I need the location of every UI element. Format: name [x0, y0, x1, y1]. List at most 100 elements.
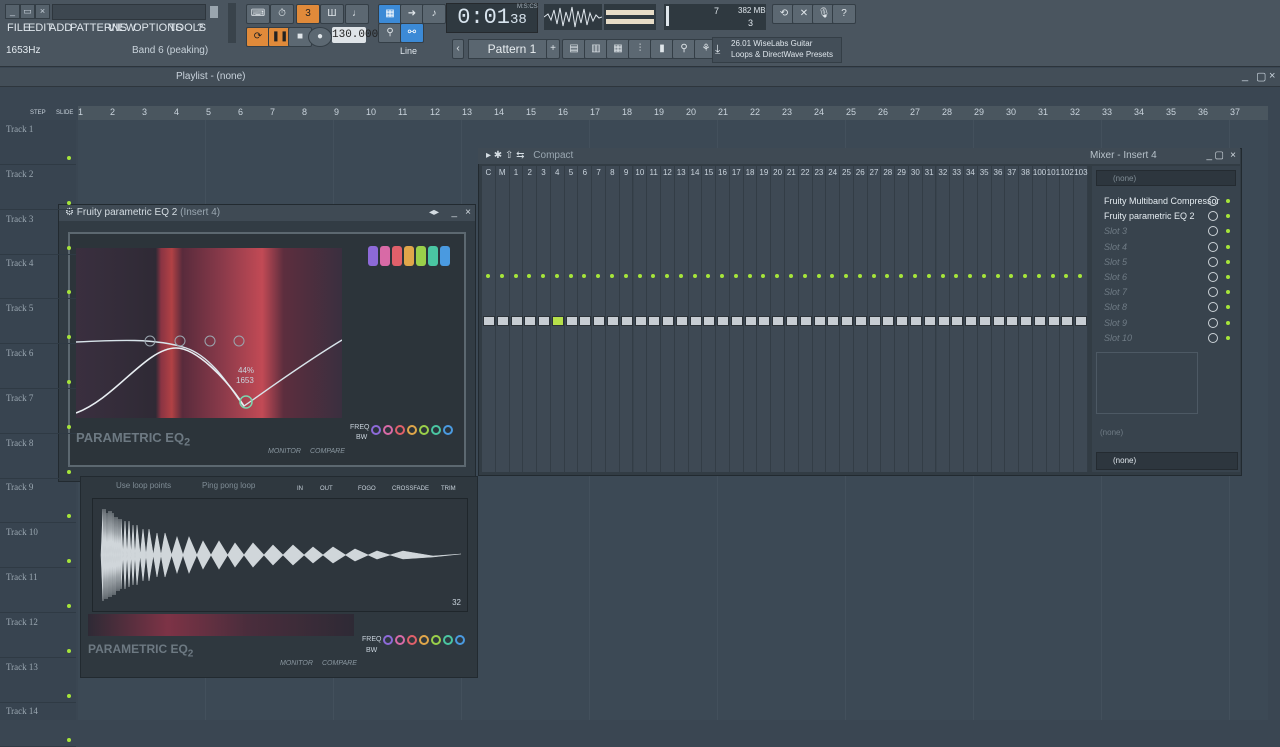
mixer-strip[interactable]: 30: [908, 166, 923, 472]
news-panel[interactable]: ⤓ 26.01 WiseLabs Guitar Loops & DirectWa…: [712, 37, 842, 63]
mixer-strip-enable-led[interactable]: [789, 274, 793, 278]
mixer-strip-enable-led[interactable]: [1078, 274, 1083, 278]
track-mute-led[interactable]: [67, 156, 71, 160]
track-header[interactable]: Track 8: [6, 438, 33, 448]
mixer-strip[interactable]: 27: [867, 166, 882, 472]
track-mute-led[interactable]: [67, 693, 71, 698]
slot-enable-led[interactable]: [1226, 305, 1230, 310]
mixer-strip-enable-led[interactable]: [706, 274, 711, 278]
mixer-strips[interactable]: C M 1 2 3 4 5 6 7 8 9 10 11 12 13 14 15 16 17 18 19 20 21 22 23 2…: [482, 166, 1088, 472]
mixer-strip-fader[interactable]: [758, 316, 771, 326]
mixer-slot[interactable]: Slot 6: [1096, 270, 1236, 284]
mixer-strip-fader[interactable]: [606, 316, 619, 326]
mixer-titlebar[interactable]: ▸ ✱ ⇧ ⇆ Compact Mixer - Insert 4 _ ▢ ×: [478, 148, 1240, 164]
track-header[interactable]: Track 9: [6, 482, 33, 492]
mixer-strip-fader[interactable]: [1061, 316, 1074, 326]
mixer-strip[interactable]: 31: [922, 166, 937, 472]
tempo-display[interactable]: 130.000: [332, 27, 378, 43]
mixer-strip-enable-led[interactable]: [637, 274, 642, 278]
mixer-strip-enable-led[interactable]: [582, 274, 587, 278]
track-header[interactable]: Track 4: [6, 258, 33, 268]
mixer-strip-fader[interactable]: [1047, 316, 1060, 326]
mixer-strip[interactable]: 101: [1046, 166, 1061, 472]
mixer-strip-enable-led[interactable]: [857, 274, 862, 278]
mixer-strip[interactable]: 16: [716, 166, 730, 472]
mixer-strip-fader[interactable]: [1006, 316, 1019, 326]
mixer-strip-fader[interactable]: [634, 316, 647, 326]
compare-label[interactable]: COMPARE: [310, 448, 345, 455]
mixer-strip[interactable]: 35: [977, 166, 992, 472]
mixer-strip[interactable]: 14: [688, 166, 703, 472]
track-header[interactable]: Track 10: [6, 527, 38, 537]
mixer-strip-fader[interactable]: [483, 316, 495, 326]
mixer-strip-fader[interactable]: [813, 316, 826, 326]
step-seq-icon[interactable]: ♪: [422, 4, 446, 24]
mixer-strip[interactable]: 7: [592, 166, 606, 472]
mixer-strip[interactable]: 9: [619, 166, 634, 472]
mixer-strip[interactable]: 28: [881, 166, 896, 472]
mixer-strip[interactable]: M: [495, 166, 510, 472]
mixer-strip[interactable]: 24: [826, 166, 841, 472]
mixer-strip-fader[interactable]: [593, 316, 606, 326]
pattern-add-icon[interactable]: +: [546, 39, 560, 59]
mixer-strip-enable-led[interactable]: [1036, 274, 1041, 278]
mixer-strip-enable-led[interactable]: [816, 274, 821, 278]
mixer-strip[interactable]: 21: [785, 166, 799, 472]
metronome-icon[interactable]: ♩: [345, 4, 369, 24]
mixer-strip[interactable]: 17: [729, 166, 744, 472]
mix-level-knob[interactable]: [1208, 332, 1218, 343]
mixer-strip-enable-led[interactable]: [1023, 274, 1028, 278]
mix-level-knob[interactable]: [1208, 272, 1218, 282]
slot-enable-led[interactable]: [1226, 320, 1230, 325]
mixer-strip-fader[interactable]: [675, 316, 688, 326]
mixer-strip-fader[interactable]: [620, 316, 633, 326]
track-mute-led[interactable]: [67, 604, 71, 608]
mixer-strip-fader[interactable]: [689, 316, 702, 326]
mixer-strip-fader[interactable]: [538, 316, 551, 326]
mixer-icon[interactable]: ⫶: [628, 39, 652, 59]
mixer-strip[interactable]: 38: [1019, 166, 1033, 472]
mixer-slot[interactable]: Slot 5: [1096, 255, 1236, 269]
mixer-strip-enable-led[interactable]: [968, 274, 973, 278]
send-none[interactable]: (none): [1100, 428, 1123, 437]
slot-enable-led[interactable]: [1226, 290, 1230, 295]
mixer-slot[interactable]: Slot 10: [1096, 331, 1236, 345]
mixer-maximize-icon[interactable]: ▢: [1215, 148, 1224, 164]
second-eq-knob-row[interactable]: [382, 632, 466, 652]
mixer-strip-fader[interactable]: [978, 316, 991, 326]
snap-icon[interactable]: ⚲: [378, 23, 402, 43]
mix-level-knob[interactable]: [1208, 317, 1218, 328]
mixer-slot[interactable]: Slot 9: [1096, 316, 1236, 330]
menu-add[interactable]: ADD: [49, 22, 72, 34]
mixer-strip-enable-led[interactable]: [513, 274, 518, 278]
mixer-strip-fader[interactable]: [937, 316, 950, 326]
mixer-strip-fader[interactable]: [992, 316, 1005, 326]
zoom-count[interactable]: 32: [452, 598, 461, 607]
mix-level-knob[interactable]: [1208, 226, 1218, 237]
menu-view[interactable]: VIEW: [108, 22, 136, 34]
mixer-strip-fader[interactable]: [1075, 316, 1088, 326]
browser-icon[interactable]: ▮: [650, 39, 674, 59]
mixer-strip-enable-led[interactable]: [912, 274, 917, 278]
mix-level-knob[interactable]: [1208, 302, 1218, 313]
pattern-song-toggle[interactable]: ⟳: [246, 27, 270, 47]
mixer-strip-fader[interactable]: [730, 316, 743, 326]
mix-level-knob[interactable]: [1208, 241, 1218, 252]
track-header[interactable]: Track 1: [6, 124, 33, 134]
eq-graph[interactable]: 44% 1653: [76, 248, 342, 418]
track-mute-led[interactable]: [67, 469, 71, 474]
mixer-strip-fader[interactable]: [951, 316, 964, 326]
mixer-close-icon[interactable]: ×: [1230, 148, 1236, 164]
second-eq-graph[interactable]: [88, 614, 354, 636]
mixer-strip[interactable]: 4: [550, 166, 565, 472]
input-select[interactable]: (none): [1096, 170, 1236, 186]
channel-rack-icon[interactable]: ▦: [606, 39, 630, 59]
second-monitor-label[interactable]: MONITOR: [280, 660, 313, 667]
mixer-strip[interactable]: 34: [964, 166, 978, 472]
mixer-strip-fader[interactable]: [717, 316, 730, 326]
mixer-strip-enable-led[interactable]: [527, 274, 532, 278]
mixer-strip-enable-led[interactable]: [885, 274, 890, 278]
mixer-slot[interactable]: Slot 8: [1096, 300, 1236, 314]
mixer-slot[interactable]: Fruity Multiband Compressor: [1096, 194, 1236, 208]
mixer-strip-fader[interactable]: [772, 316, 785, 326]
